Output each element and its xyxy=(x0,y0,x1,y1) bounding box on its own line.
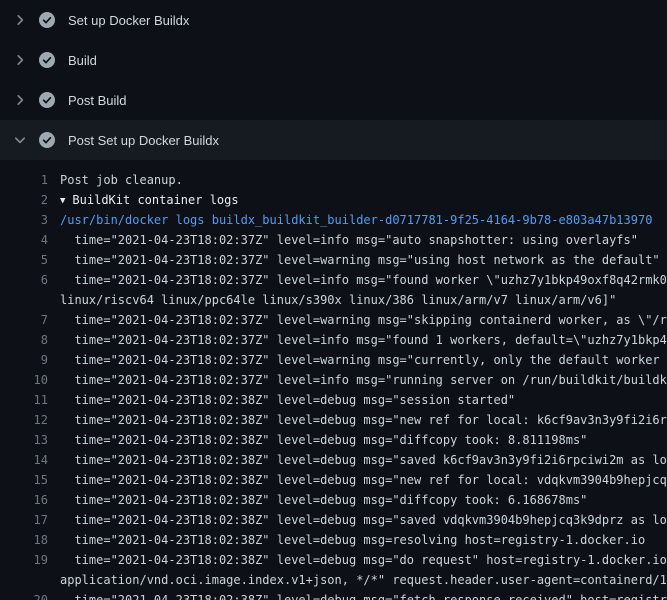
log-text: time="2021-04-23T18:02:37Z" level=warnin… xyxy=(48,250,667,270)
chevron-right-icon xyxy=(12,92,28,108)
log-line: 4 time="2021-04-23T18:02:37Z" level=info… xyxy=(0,230,667,250)
log-line-number[interactable]: 12 xyxy=(0,410,48,430)
success-check-icon xyxy=(39,52,55,68)
log-line-number[interactable]: 9 xyxy=(0,350,48,370)
steps-list: Set up Docker Buildx Build Post Build Post … xyxy=(0,0,667,160)
success-check-icon xyxy=(39,12,55,28)
success-check-icon xyxy=(39,132,55,148)
log-line-number xyxy=(0,570,48,590)
log-line-number[interactable]: 5 xyxy=(0,250,48,270)
step-label: Set up Docker Buildx xyxy=(68,13,189,28)
log-line-number[interactable]: 4 xyxy=(0,230,48,250)
log-text: time="2021-04-23T18:02:38Z" level=debug … xyxy=(48,470,667,490)
log-command-text: /usr/bin/docker logs buildx_buildkit_bui… xyxy=(48,210,667,230)
log-text: time="2021-04-23T18:02:37Z" level=warnin… xyxy=(48,350,667,370)
log-line-number[interactable]: 20 xyxy=(0,590,48,600)
log-line-number[interactable]: 14 xyxy=(0,450,48,470)
log-line-number[interactable]: 15 xyxy=(0,470,48,490)
log-line: 20 time="2021-04-23T18:02:38Z" level=deb… xyxy=(0,590,667,600)
log-line: application/vnd.oci.image.index.v1+json,… xyxy=(0,570,667,590)
log-line-number[interactable]: 17 xyxy=(0,510,48,530)
log-text: time="2021-04-23T18:02:38Z" level=debug … xyxy=(48,510,667,530)
log-line-number[interactable]: 13 xyxy=(0,430,48,450)
log-text: time="2021-04-23T18:02:38Z" level=debug … xyxy=(48,530,667,550)
log-text: time="2021-04-23T18:02:38Z" level=debug … xyxy=(48,390,667,410)
log-line-number[interactable]: 1 xyxy=(0,170,48,190)
chevron-right-icon xyxy=(12,12,28,28)
log-line: linux/riscv64 linux/ppc64le linux/s390x … xyxy=(0,290,667,310)
workflow-logs-panel: Set up Docker Buildx Build Post Build Post … xyxy=(0,0,667,600)
log-line: 8 time="2021-04-23T18:02:37Z" level=info… xyxy=(0,330,667,350)
log-text: time="2021-04-23T18:02:38Z" level=debug … xyxy=(48,410,667,430)
log-line-number[interactable]: 6 xyxy=(0,270,48,290)
log-text: Post job cleanup. xyxy=(48,170,667,190)
step-header-set-up-docker-buildx[interactable]: Set up Docker Buildx xyxy=(0,0,667,40)
log-text: time="2021-04-23T18:02:37Z" level=info m… xyxy=(48,270,667,290)
log-line: 12 time="2021-04-23T18:02:38Z" level=deb… xyxy=(0,410,667,430)
log-line: 3/usr/bin/docker logs buildx_buildkit_bu… xyxy=(0,210,667,230)
success-check-icon xyxy=(39,92,55,108)
log-line-number[interactable]: 7 xyxy=(0,310,48,330)
log-line: 18 time="2021-04-23T18:02:38Z" level=deb… xyxy=(0,530,667,550)
log-line-number[interactable]: 10 xyxy=(0,370,48,390)
log-text: time="2021-04-23T18:02:38Z" level=debug … xyxy=(48,590,667,600)
log-text: application/vnd.oci.image.index.v1+json,… xyxy=(48,570,667,590)
log-text: time="2021-04-23T18:02:37Z" level=info m… xyxy=(48,330,667,350)
log-line-number[interactable]: 3 xyxy=(0,210,48,230)
step-label: Post Build xyxy=(68,93,127,108)
chevron-right-icon xyxy=(12,52,28,68)
chevron-down-icon xyxy=(12,132,28,148)
log-line-number[interactable]: 16 xyxy=(0,490,48,510)
log-line-number xyxy=(0,290,48,310)
log-lines: 1Post job cleanup.2 ▼ BuildKit container l… xyxy=(0,160,667,600)
log-text: time="2021-04-23T18:02:38Z" level=debug … xyxy=(48,450,667,470)
step-header-build[interactable]: Build xyxy=(0,40,667,80)
log-line: 17 time="2021-04-23T18:02:38Z" level=deb… xyxy=(0,510,667,530)
log-text: linux/riscv64 linux/ppc64le linux/s390x … xyxy=(48,290,667,310)
log-line: 10 time="2021-04-23T18:02:37Z" level=inf… xyxy=(0,370,667,390)
log-line: 13 time="2021-04-23T18:02:38Z" level=deb… xyxy=(0,430,667,450)
log-line-number[interactable]: 19 xyxy=(0,550,48,570)
log-text: time="2021-04-23T18:02:38Z" level=debug … xyxy=(48,490,667,510)
log-line: 11 time="2021-04-23T18:02:38Z" level=deb… xyxy=(0,390,667,410)
log-line: 15 time="2021-04-23T18:02:38Z" level=deb… xyxy=(0,470,667,490)
log-group-title: BuildKit container logs xyxy=(72,193,238,207)
log-text: time="2021-04-23T18:02:38Z" level=debug … xyxy=(48,430,667,450)
log-line: 19 time="2021-04-23T18:02:38Z" level=deb… xyxy=(0,550,667,570)
log-line: 5 time="2021-04-23T18:02:37Z" level=warn… xyxy=(0,250,667,270)
log-line: 1Post job cleanup. xyxy=(0,170,667,190)
step-label: Post Set up Docker Buildx xyxy=(68,133,219,148)
step-label: Build xyxy=(68,53,97,68)
log-line: 6 time="2021-04-23T18:02:37Z" level=info… xyxy=(0,270,667,290)
log-line-number[interactable]: 8 xyxy=(0,330,48,350)
log-line: 16 time="2021-04-23T18:02:38Z" level=deb… xyxy=(0,490,667,510)
log-text: time="2021-04-23T18:02:37Z" level=info m… xyxy=(48,230,667,250)
log-group-line[interactable]: 2 ▼ BuildKit container logs xyxy=(0,190,667,210)
log-line-number[interactable]: 11 xyxy=(0,390,48,410)
log-line: 7 time="2021-04-23T18:02:37Z" level=warn… xyxy=(0,310,667,330)
group-expanded-triangle-icon[interactable]: ▼ xyxy=(60,191,65,210)
log-text: time="2021-04-23T18:02:37Z" level=warnin… xyxy=(48,310,667,330)
log-text: time="2021-04-23T18:02:37Z" level=info m… xyxy=(48,370,667,390)
log-line-number[interactable]: 2 xyxy=(0,190,48,210)
step-header-post-set-up-docker-buildx[interactable]: Post Set up Docker Buildx xyxy=(0,120,667,160)
log-line: 14 time="2021-04-23T18:02:38Z" level=deb… xyxy=(0,450,667,470)
step-header-post-build[interactable]: Post Build xyxy=(0,80,667,120)
log-line: 9 time="2021-04-23T18:02:37Z" level=warn… xyxy=(0,350,667,370)
log-group-text: ▼ BuildKit container logs xyxy=(48,190,667,210)
log-line-number[interactable]: 18 xyxy=(0,530,48,550)
log-text: time="2021-04-23T18:02:38Z" level=debug … xyxy=(48,550,667,570)
